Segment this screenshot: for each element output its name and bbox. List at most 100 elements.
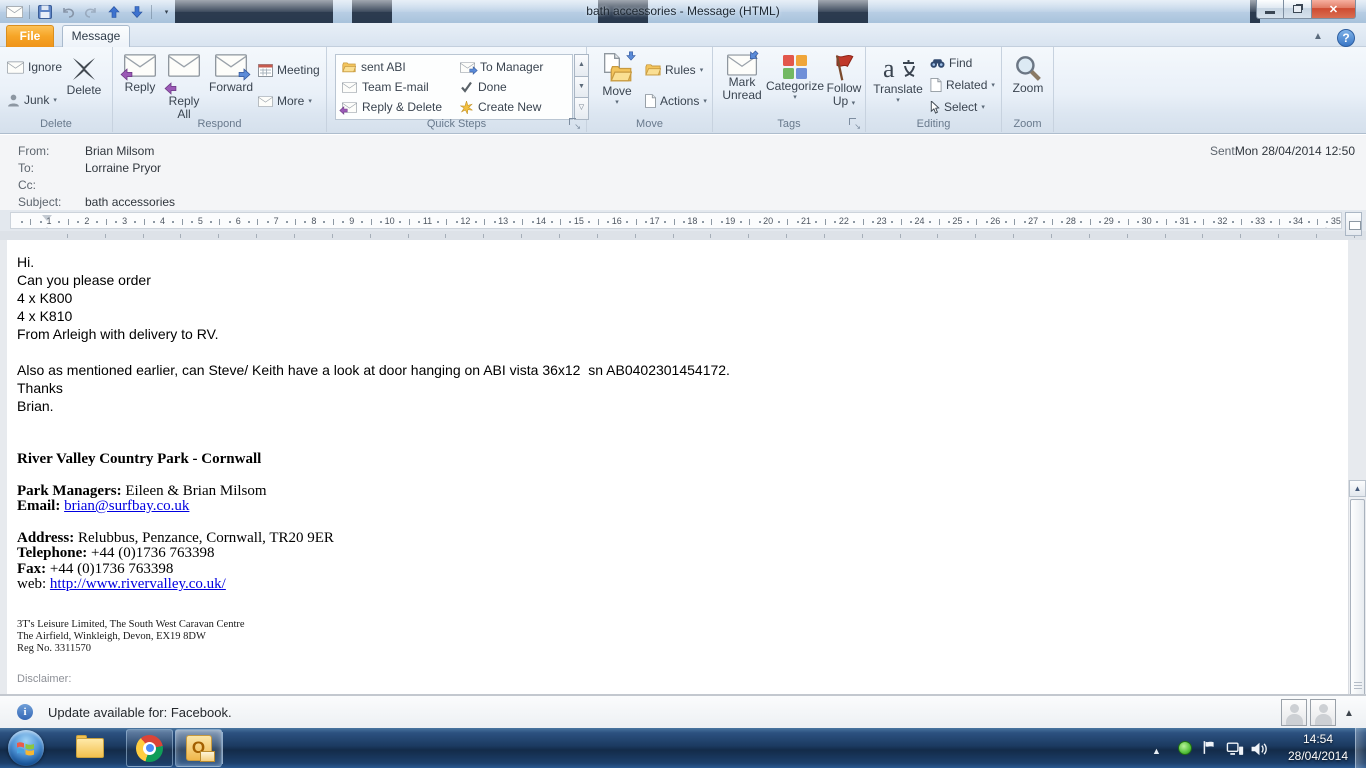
ruler-mark xyxy=(190,221,193,223)
ruler-toggle-button[interactable] xyxy=(1345,212,1362,236)
expand-people-pane-icon[interactable]: ▲ xyxy=(1344,708,1354,719)
ruler-number: 4 xyxy=(160,216,166,226)
body-line: Can you please order xyxy=(17,272,151,288)
ruler-number: 22 xyxy=(838,216,849,226)
scroll-up-button[interactable]: ▲ xyxy=(1349,480,1366,497)
website-link[interactable]: http://www.rivervalley.co.uk/ xyxy=(50,576,226,592)
tray-status-icon[interactable] xyxy=(1178,741,1192,755)
ribbon: Ignore Junk ▾ Delete Delete Reply Reply A… xyxy=(0,47,1366,134)
ruler-mark xyxy=(645,221,648,223)
ruler-mark xyxy=(181,219,183,225)
ruler-mark xyxy=(342,221,345,223)
ruler-track[interactable]: 1 2 3 4 5 6 7 8 9 10 11 12 13 14 15 16 17 18 19 20 21 22 23 24 2… xyxy=(10,212,1342,229)
quick-step-done[interactable]: Done xyxy=(460,77,507,97)
quick-step-sent-abi[interactable]: sent ABI xyxy=(342,57,406,77)
ruler-number: 33 xyxy=(1255,216,1266,226)
categorize-button[interactable]: Categorize ▾ xyxy=(766,54,824,101)
ruler-mark xyxy=(493,221,496,223)
message-body[interactable]: Hi. Can you please order 4 x K800 4 x K8… xyxy=(7,240,1348,694)
ruler-number: 7 xyxy=(273,216,279,226)
network-icon[interactable] xyxy=(1226,742,1244,768)
group-move: Move ▾ Rules ▾ Actions ▾ Move xyxy=(587,47,713,132)
taskbar-explorer-button[interactable] xyxy=(66,729,113,767)
start-button[interactable] xyxy=(8,730,44,766)
zoom-button[interactable]: Zoom xyxy=(1006,54,1050,95)
from-value[interactable]: Brian Milsom xyxy=(85,144,154,158)
ruler-number: 9 xyxy=(349,216,355,226)
ruler-mark xyxy=(1241,219,1243,225)
ruler-mark xyxy=(975,234,977,238)
tray-show-hidden-icons[interactable]: ▲ xyxy=(1152,746,1161,756)
reply-all-button[interactable]: Reply All xyxy=(162,54,206,121)
body-line: Brian. xyxy=(17,398,54,414)
ruler-mark xyxy=(257,219,259,225)
quick-step-team-email[interactable]: Team E-mail xyxy=(342,77,429,97)
show-desktop-button[interactable] xyxy=(1355,728,1366,768)
quick-steps-dialog-launcher[interactable] xyxy=(569,118,581,131)
ruler-mark xyxy=(1212,221,1215,223)
email-text: Hi. Can you please order 4 x K800 4 x K8… xyxy=(17,253,1318,688)
taskbar-chrome-button[interactable] xyxy=(126,729,173,767)
translate-button[interactable]: a Translate ▾ xyxy=(870,53,926,104)
ruler-mark xyxy=(209,221,212,223)
group-zoom: Zoom Zoom xyxy=(1002,47,1054,132)
restore-button[interactable] xyxy=(1284,0,1311,19)
action-center-icon[interactable] xyxy=(1202,740,1216,768)
rules-button[interactable]: Rules ▾ xyxy=(645,60,703,80)
signature-fax: Fax: +44 (0)1736 763398 xyxy=(17,560,174,577)
ruler-mark xyxy=(596,234,598,238)
follow-up-button[interactable]: Follow Up ▾ xyxy=(823,54,865,110)
info-icon: i xyxy=(17,704,33,720)
quick-step-reply-delete[interactable]: Reply & Delete xyxy=(342,97,442,117)
ignore-button[interactable]: Ignore xyxy=(7,57,62,77)
delete-button[interactable]: Delete xyxy=(60,54,108,97)
reply-button[interactable]: Reply xyxy=(118,54,162,94)
ruler-mark xyxy=(1080,221,1083,223)
email-link[interactable]: brian@surfbay.co.uk xyxy=(64,498,189,514)
related-button[interactable]: Related ▾ xyxy=(930,75,995,95)
actions-button[interactable]: Actions ▾ xyxy=(645,91,707,111)
ruler-number: 28 xyxy=(1065,216,1076,226)
mark-unread-button[interactable]: Mark Unread xyxy=(717,54,767,102)
help-button[interactable]: ? xyxy=(1337,29,1355,47)
tab-message[interactable]: Message xyxy=(62,25,130,48)
taskbar-clock[interactable]: 14:54 28/04/2014 xyxy=(1283,731,1353,765)
find-button[interactable]: Find xyxy=(930,53,972,73)
meeting-button[interactable]: Meeting xyxy=(258,60,320,80)
ruler-mark xyxy=(474,221,477,223)
volume-icon[interactable] xyxy=(1251,742,1268,768)
ruler-mark xyxy=(1315,234,1317,238)
right-indent-marker[interactable] xyxy=(1321,222,1331,228)
minimize-button[interactable] xyxy=(1256,0,1284,19)
close-button[interactable]: ✕ xyxy=(1311,0,1356,19)
taskbar-outlook-button[interactable]: O xyxy=(175,729,223,767)
junk-button[interactable]: Junk ▾ xyxy=(7,90,57,110)
tags-dialog-launcher[interactable] xyxy=(849,118,861,131)
move-button[interactable]: Move ▾ xyxy=(595,53,639,106)
quick-step-to-manager[interactable]: To Manager xyxy=(460,57,543,77)
update-available-text[interactable]: Update available for: Facebook. xyxy=(48,705,232,720)
collapse-ribbon-icon[interactable]: ▲ xyxy=(1313,31,1323,42)
ruler-number: 34 xyxy=(1293,216,1304,226)
ruler-mark xyxy=(370,219,372,225)
subject-label: Subject: xyxy=(18,195,62,209)
ruler-mark xyxy=(153,221,156,223)
signature-phone: Telephone: +44 (0)1736 763398 xyxy=(17,545,215,561)
avatar[interactable] xyxy=(1310,699,1336,726)
ruler[interactable]: 1 2 3 4 5 6 7 8 9 10 11 12 13 14 15 16 17 18 19 20 21 22 23 24 2… xyxy=(0,210,1366,240)
select-button[interactable]: Select ▾ xyxy=(930,97,985,117)
body-line: Hi. xyxy=(17,254,35,270)
ruler-mark xyxy=(1175,221,1177,223)
tab-file[interactable]: File xyxy=(6,25,54,47)
quick-step-create-new[interactable]: Create New xyxy=(460,97,541,117)
forward-button[interactable]: Forward xyxy=(206,54,256,94)
more-button[interactable]: More ▾ xyxy=(258,91,312,111)
ruler-mark xyxy=(966,221,969,223)
ruler-mark xyxy=(219,219,221,225)
ruler-mark xyxy=(824,219,826,225)
ruler-mark xyxy=(67,219,69,225)
to-value[interactable]: Lorraine Pryor xyxy=(85,161,161,175)
ruler-mark xyxy=(938,219,940,225)
avatar[interactable] xyxy=(1281,699,1307,726)
ruler-number: 6 xyxy=(235,216,241,226)
